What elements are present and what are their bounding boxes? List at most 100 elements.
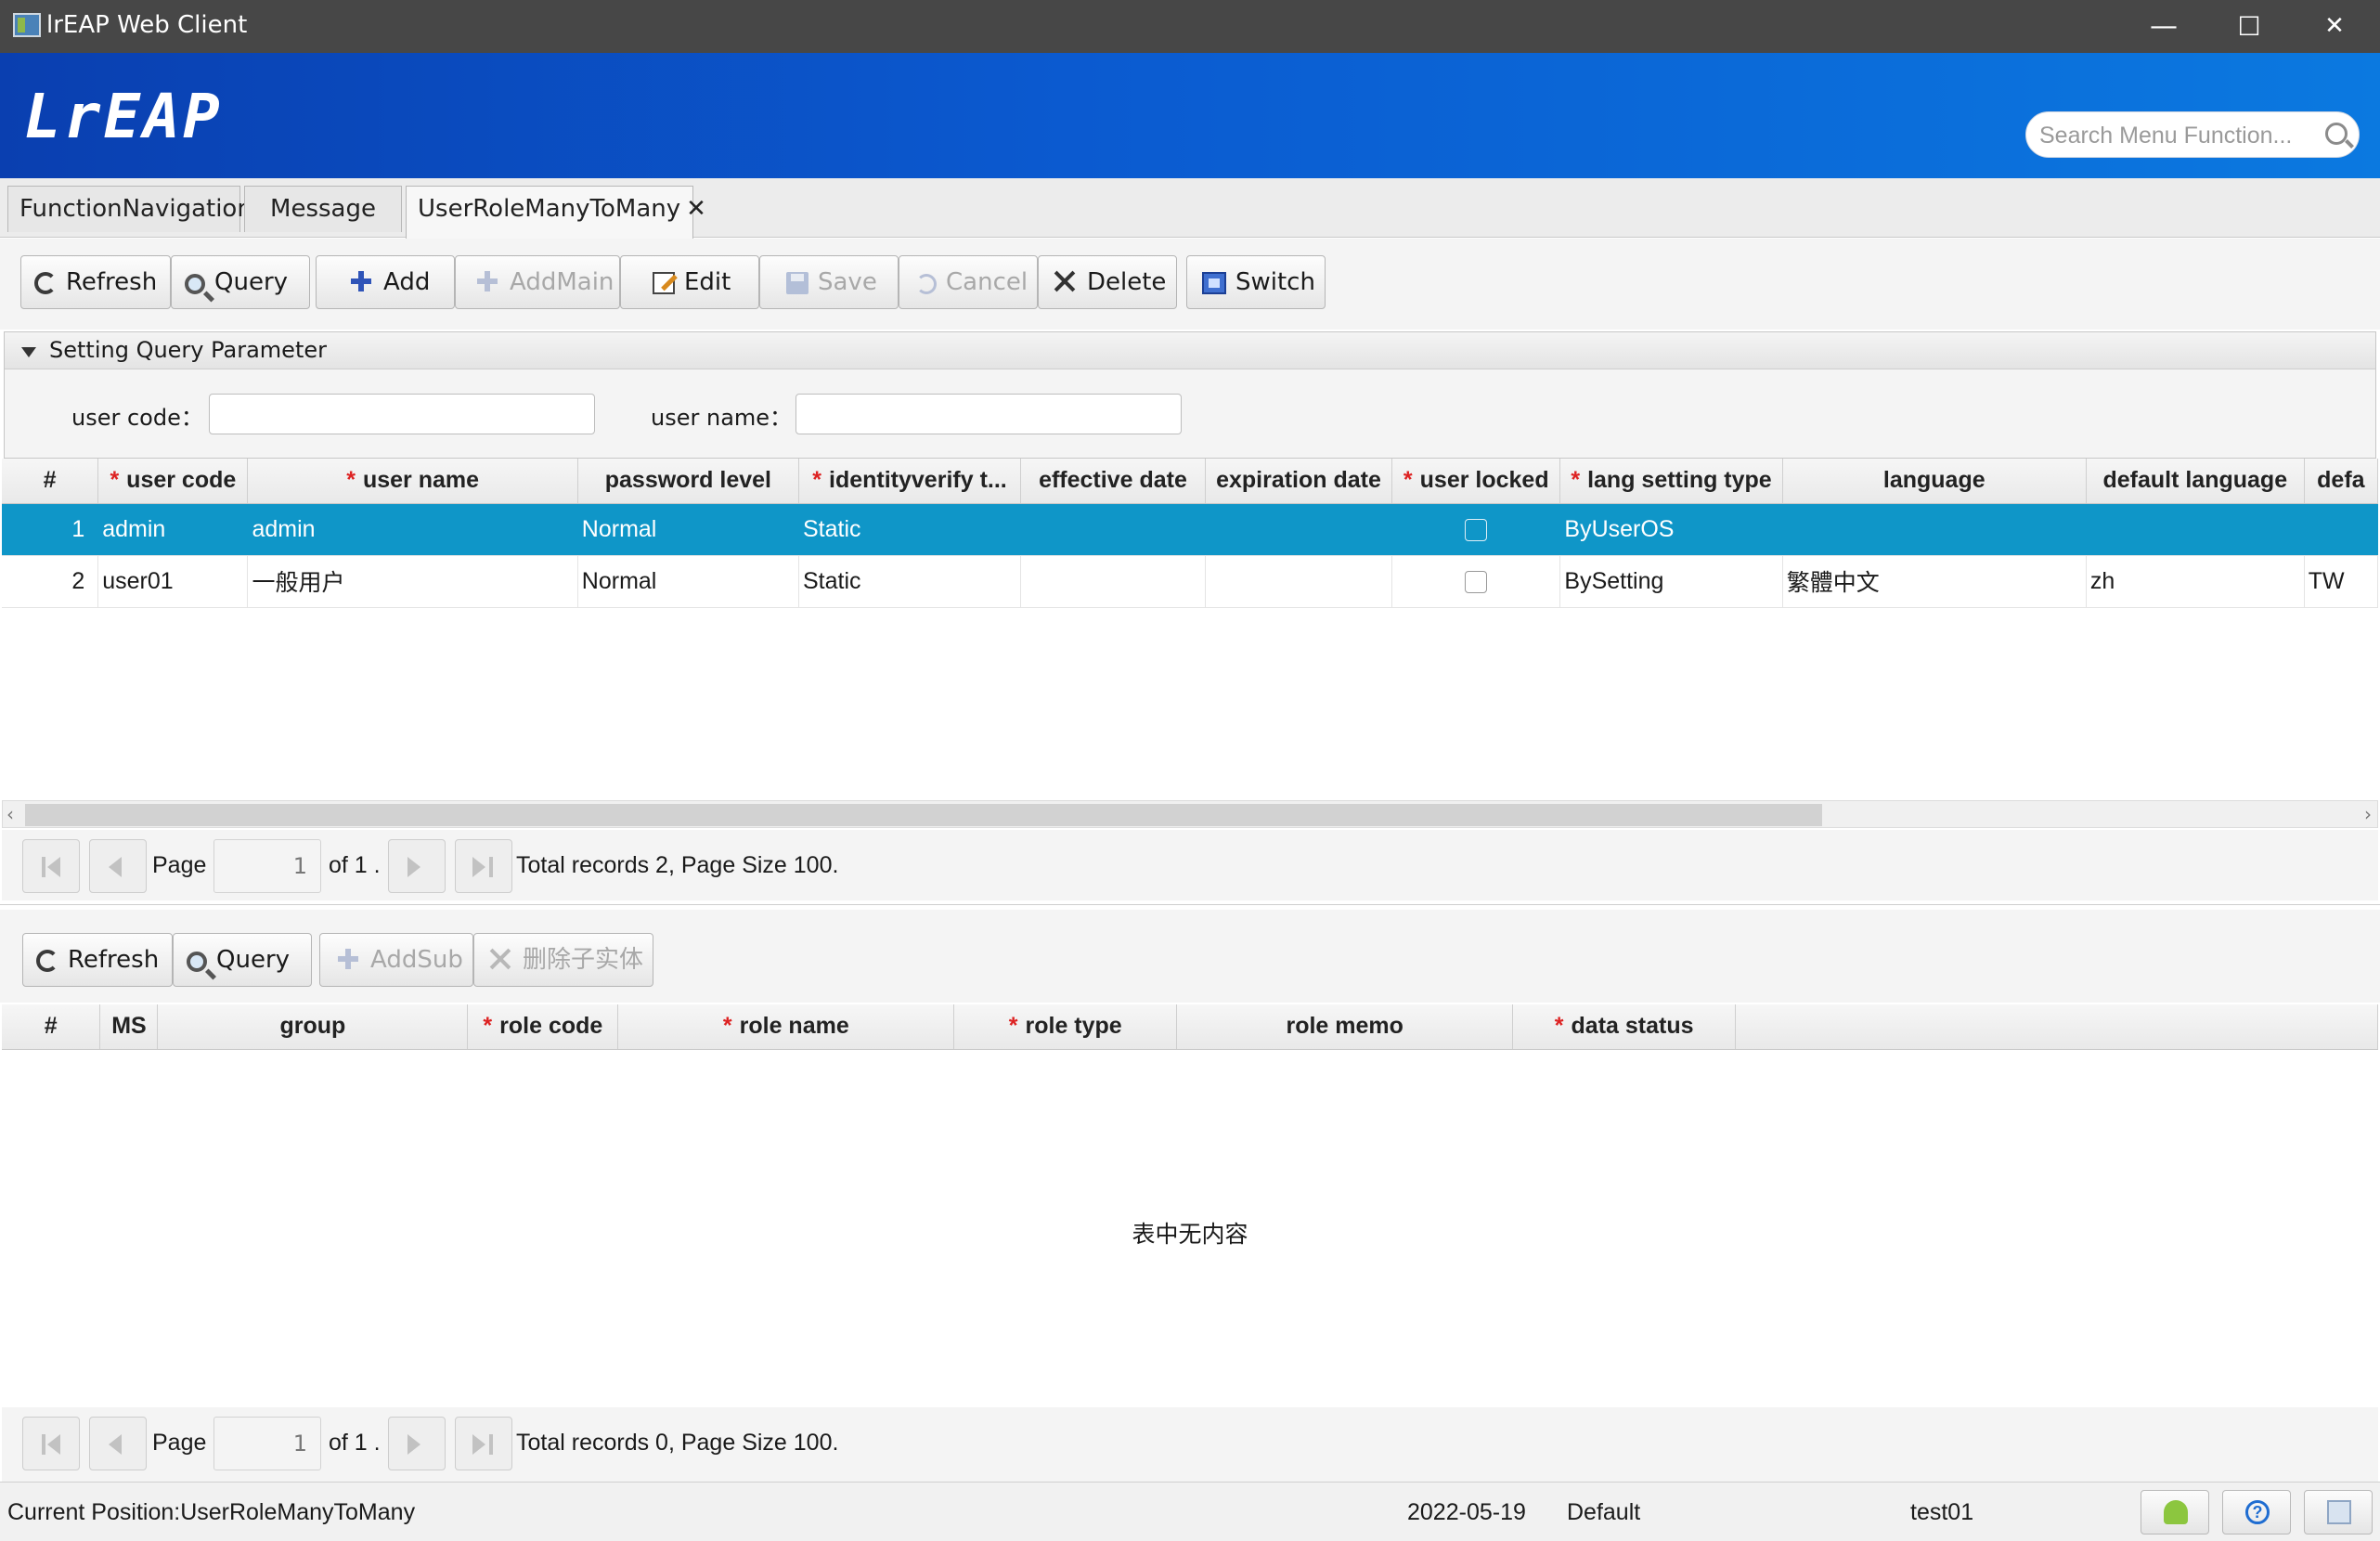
user-col-header[interactable]: default language — [2086, 459, 2305, 504]
table-cell-code: user01 — [97, 555, 249, 608]
scroll-left-icon[interactable]: ‹ — [6, 803, 14, 825]
role-col-header[interactable]: * role name — [617, 1004, 955, 1050]
switch-icon — [1202, 272, 1226, 294]
user-locked-checkbox[interactable] — [1465, 518, 1488, 541]
role-col-header[interactable]: * role code — [467, 1004, 619, 1050]
add-sub-button[interactable]: AddSub — [319, 933, 473, 987]
table-row[interactable]: 2 user01 一般用户 Normal Static BySetting 繁體中文 zh TW — [2, 555, 2378, 608]
last-page-button[interactable] — [455, 839, 512, 893]
page-summary: Total records 2, Page Size 100. — [516, 852, 839, 878]
user-col-header[interactable]: * user name — [247, 459, 578, 504]
role-col-header[interactable]: MS — [99, 1004, 159, 1050]
role-col-header[interactable]: * data status — [1512, 1004, 1737, 1050]
first-page-icon — [42, 857, 45, 877]
user-col-header[interactable]: expiration date — [1205, 459, 1393, 504]
user-info-button[interactable] — [2141, 1490, 2209, 1535]
scroll-right-icon[interactable]: › — [2364, 803, 2372, 825]
add-sub-label: AddSub — [370, 946, 463, 974]
col-header-label: identityverify t... — [829, 467, 1007, 494]
user-col-header[interactable]: password level — [577, 459, 799, 504]
user-col-header[interactable]: * user locked — [1391, 459, 1561, 504]
role-col-header[interactable]: group — [157, 1004, 469, 1050]
col-header-label: # — [43, 467, 57, 494]
status-profile: Default — [1567, 1499, 1641, 1525]
user-col-header[interactable]: * user code — [97, 459, 249, 504]
table-cell-n: 2 — [2, 555, 99, 608]
refresh-button[interactable]: Refresh — [20, 255, 171, 309]
horizontal-scrollbar[interactable]: ‹ › — [2, 800, 2378, 828]
close-window-button[interactable]: ✕ — [2293, 0, 2376, 53]
page-number-input[interactable]: 1 — [213, 839, 321, 893]
user-name-input[interactable] — [795, 394, 1182, 434]
role-col-header[interactable]: * role type — [953, 1004, 1178, 1050]
user-code-input[interactable] — [209, 394, 595, 434]
app-header: LrEAP — [0, 53, 2380, 178]
user-grid: # * user code * user name password level * iden… — [2, 459, 2378, 800]
tab-message[interactable]: Message — [244, 186, 402, 232]
role-col-header[interactable]: # — [2, 1004, 101, 1050]
maximize-button[interactable]: ☐ — [2207, 0, 2291, 53]
query-label: Query — [214, 268, 289, 296]
sub-refresh-button[interactable]: Refresh — [22, 933, 173, 987]
last-page-arrow-icon — [472, 857, 485, 877]
collapse-triangle-icon[interactable] — [21, 347, 36, 357]
refresh-icon — [34, 272, 57, 294]
col-header-label: role name — [739, 1013, 849, 1040]
cancel-button[interactable]: Cancel — [899, 255, 1038, 309]
table-cell-defa — [2304, 503, 2378, 556]
add-button[interactable]: Add — [316, 255, 455, 309]
note-button[interactable] — [2304, 1490, 2373, 1535]
first-page-button[interactable] — [22, 1417, 80, 1470]
table-row[interactable]: 1 admin admin Normal Static ByUserOS — [2, 503, 2378, 556]
table-cell-defa: TW — [2304, 555, 2378, 608]
table-cell-def-lang: zh — [2086, 555, 2305, 608]
page-number-input[interactable]: 1 — [213, 1417, 321, 1470]
switch-button[interactable]: Switch — [1186, 255, 1326, 309]
scrollbar-thumb[interactable] — [25, 804, 1822, 826]
prev-page-button[interactable] — [89, 839, 147, 893]
status-user: test01 — [1910, 1499, 1974, 1525]
save-button[interactable]: Save — [759, 255, 899, 309]
tab-function-navigation[interactable]: FunctionNavigation — [7, 186, 252, 232]
add-main-button[interactable]: AddMain — [455, 255, 620, 309]
search-icon[interactable] — [2325, 123, 2348, 145]
help-button[interactable]: ? — [2222, 1490, 2291, 1535]
next-page-button[interactable] — [388, 1417, 446, 1470]
role-grid: # MS group * role code * role name * role type ro… — [2, 1004, 2378, 1407]
edit-button[interactable]: Edit — [620, 255, 759, 309]
tab-close-icon[interactable]: ✕ — [686, 195, 706, 223]
table-cell-def-lang — [2086, 503, 2305, 556]
tab-label: Message — [270, 195, 376, 223]
user-col-header[interactable]: * identityverify t... — [798, 459, 1022, 504]
menu-search-input[interactable] — [2039, 120, 2309, 151]
last-page-button[interactable] — [455, 1417, 512, 1470]
required-mark: * — [1571, 467, 1581, 494]
user-col-header[interactable]: * lang setting type — [1559, 459, 1783, 504]
magnifier-icon — [187, 952, 207, 972]
page-of-label: of 1 . — [329, 1430, 381, 1456]
first-page-button[interactable] — [22, 839, 80, 893]
user-icon — [2164, 1500, 2188, 1524]
last-page-icon — [489, 1434, 493, 1455]
query-button[interactable]: Query — [171, 255, 310, 309]
tab-user-role-many-to-many[interactable]: UserRoleManyToMany ✕ — [406, 186, 706, 239]
query-panel-header[interactable]: Setting Query Parameter — [5, 332, 2375, 369]
minimize-button[interactable]: — — [2122, 0, 2205, 53]
prev-page-button[interactable] — [89, 1417, 147, 1470]
user-grid-header: # * user code * user name password level * iden… — [2, 459, 2378, 504]
user-col-header[interactable]: language — [1782, 459, 2087, 504]
add-label: Add — [383, 268, 431, 296]
tab-label: UserRoleManyToMany — [418, 195, 681, 223]
sub-query-button[interactable]: Query — [173, 933, 312, 987]
delete-sub-entity-button[interactable]: 删除子实体 — [473, 933, 653, 987]
user-col-header[interactable]: defa — [2304, 459, 2378, 504]
user-col-header[interactable]: # — [2, 459, 99, 504]
table-cell-locked — [1391, 555, 1561, 608]
sub-refresh-label: Refresh — [68, 946, 160, 974]
role-col-header[interactable]: role memo — [1176, 1004, 1514, 1050]
user-col-header[interactable]: effective date — [1020, 459, 1206, 504]
prev-page-icon — [109, 1434, 122, 1455]
user-locked-checkbox[interactable] — [1465, 570, 1488, 593]
next-page-button[interactable] — [388, 839, 446, 893]
delete-button[interactable]: Delete — [1038, 255, 1177, 309]
